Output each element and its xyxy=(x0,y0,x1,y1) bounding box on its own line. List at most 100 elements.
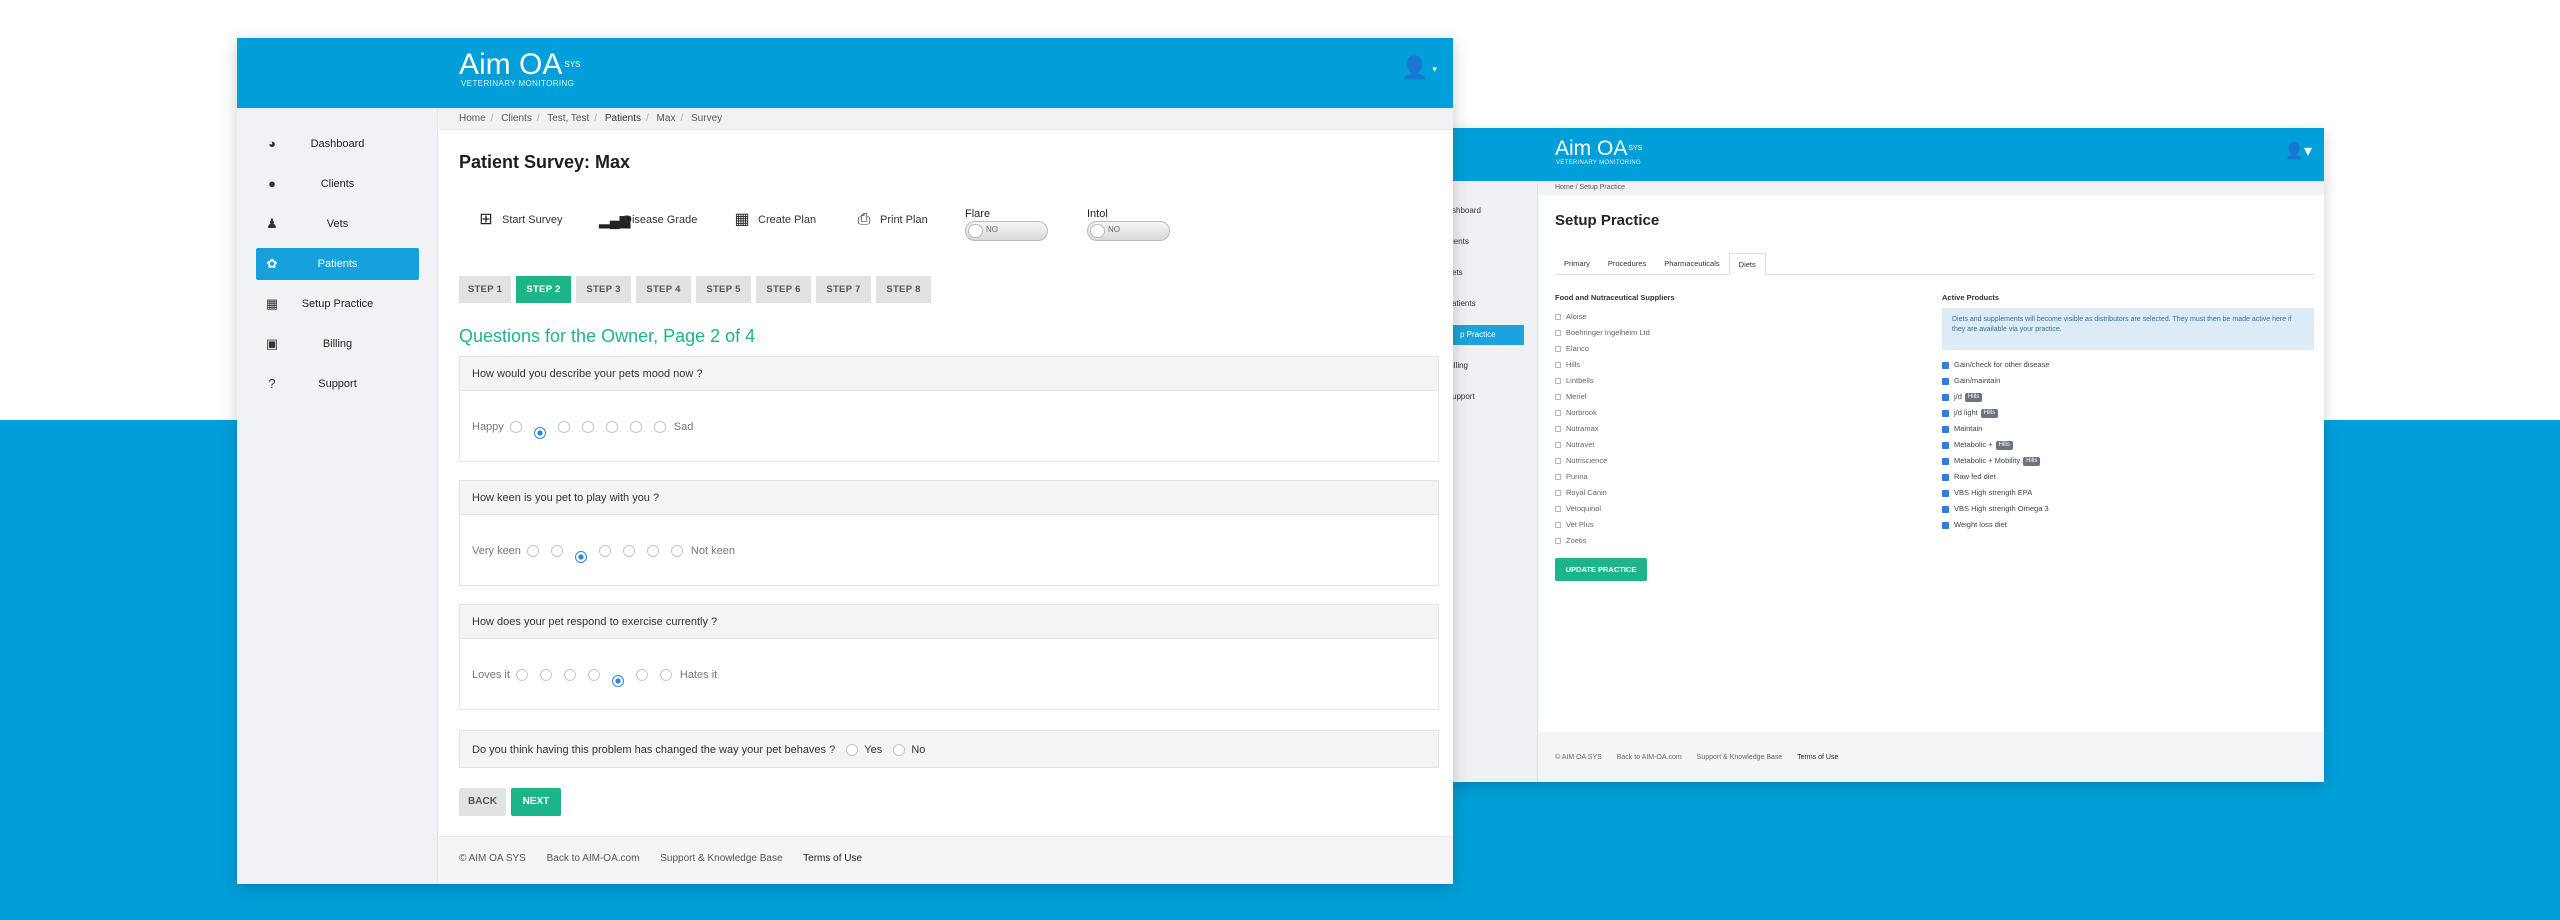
breadcrumb-patients[interactable]: Patients xyxy=(605,113,641,124)
supplier-checkbox[interactable] xyxy=(1555,522,1561,529)
rating-radio-5[interactable] xyxy=(611,675,624,687)
supplier-checkbox[interactable] xyxy=(1555,506,1561,513)
footer-link-terms[interactable]: Terms of Use xyxy=(803,853,862,864)
supplier-checkbox[interactable] xyxy=(1555,314,1561,321)
supplier-item[interactable]: Aloise xyxy=(1555,309,1650,325)
product-checkbox[interactable] xyxy=(1942,441,1949,449)
supplier-item[interactable]: Royal Canin xyxy=(1555,485,1650,501)
rating-radio-2[interactable] xyxy=(533,427,546,439)
rating-radio-3[interactable] xyxy=(557,421,570,433)
user-menu-icon[interactable]: 👤▾ xyxy=(1401,55,1437,81)
breadcrumb[interactable]: Home / Setup Practice xyxy=(1539,181,2324,195)
sidebar-item-vets[interactable]: ♟ Vets xyxy=(256,208,419,240)
footer-link-support[interactable]: Support & Knowledge Base xyxy=(660,853,782,864)
disease-grade-button[interactable]: ▂▄▆Disease Grade xyxy=(599,209,697,231)
step-6-tab[interactable]: STEP 6 xyxy=(756,276,811,303)
rating-radio-3[interactable] xyxy=(563,669,576,681)
product-item[interactable]: Gain/maintain xyxy=(1942,373,2049,389)
supplier-checkbox[interactable] xyxy=(1555,458,1561,465)
supplier-checkbox[interactable] xyxy=(1555,330,1561,337)
rating-radio-4[interactable] xyxy=(587,669,600,681)
tab-procedures[interactable]: Procedures xyxy=(1599,253,1655,275)
product-checkbox[interactable] xyxy=(1942,489,1949,497)
product-checkbox[interactable] xyxy=(1942,473,1949,481)
rating-radio-7[interactable] xyxy=(670,545,683,557)
rating-radio-7[interactable] xyxy=(659,669,672,681)
supplier-item[interactable]: Vet Plus xyxy=(1555,517,1650,533)
product-item[interactable]: Metabolic + Hills xyxy=(1942,437,2049,453)
supplier-item[interactable]: Vetoquinol xyxy=(1555,501,1650,517)
supplier-checkbox[interactable] xyxy=(1555,426,1561,433)
rating-radio-1[interactable] xyxy=(509,421,522,433)
product-checkbox[interactable] xyxy=(1942,505,1949,513)
product-checkbox[interactable] xyxy=(1942,393,1949,401)
supplier-checkbox[interactable] xyxy=(1555,410,1561,417)
breadcrumb-home[interactable]: Home xyxy=(459,113,486,124)
rating-radio-5[interactable] xyxy=(605,421,618,433)
breadcrumb-patient[interactable]: Max xyxy=(657,113,676,124)
supplier-checkbox[interactable] xyxy=(1555,394,1561,401)
sidebar-item-patients[interactable]: ✿ Patients xyxy=(256,248,419,280)
product-item[interactable]: Gain/check for other disease xyxy=(1942,357,2049,373)
product-item[interactable]: Raw fed diet xyxy=(1942,469,2049,485)
supplier-item[interactable]: Purina xyxy=(1555,469,1650,485)
step-7-tab[interactable]: STEP 7 xyxy=(816,276,871,303)
product-checkbox[interactable] xyxy=(1942,521,1949,529)
supplier-checkbox[interactable] xyxy=(1555,346,1561,353)
product-item[interactable]: Weight loss diet xyxy=(1942,517,2049,533)
supplier-item[interactable]: Elanco xyxy=(1555,341,1650,357)
sidebar-item-support[interactable]: ? Support xyxy=(256,368,419,400)
update-practice-button[interactable]: UPDATE PRACTICE xyxy=(1555,558,1647,581)
yes-radio[interactable] xyxy=(846,744,859,757)
no-radio[interactable] xyxy=(893,744,906,757)
tab-diets[interactable]: Diets xyxy=(1728,253,1766,275)
back-button[interactable]: BACK xyxy=(459,788,506,816)
sidebar-item-dashboard[interactable]: ◕ Dashboard xyxy=(256,128,419,160)
user-menu-icon[interactable]: 👤▾ xyxy=(2284,141,2312,161)
intol-toggle[interactable]: NO xyxy=(1087,221,1170,241)
step-5-tab[interactable]: STEP 5 xyxy=(696,276,751,303)
product-item[interactable]: j/d Hills xyxy=(1942,389,2049,405)
breadcrumb-clients[interactable]: Clients xyxy=(501,113,532,124)
supplier-item[interactable]: Boehringer Ingelheim Ltd xyxy=(1555,325,1650,341)
next-button[interactable]: NEXT xyxy=(511,788,561,816)
supplier-item[interactable]: Zoetis xyxy=(1555,533,1650,549)
product-item[interactable]: Metabolic + Mobility Hills xyxy=(1942,453,2049,469)
step-2-tab[interactable]: STEP 2 xyxy=(516,276,571,303)
product-item[interactable]: j/d light Hills xyxy=(1942,405,2049,421)
rating-radio-6[interactable] xyxy=(629,421,642,433)
supplier-checkbox[interactable] xyxy=(1555,378,1561,385)
footer-link-home[interactable]: Back to AIM-OA.com xyxy=(547,853,640,864)
supplier-item[interactable]: Nutriscience xyxy=(1555,453,1650,469)
footer-link-terms[interactable]: Terms of Use xyxy=(1797,754,1838,761)
rating-radio-6[interactable] xyxy=(635,669,648,681)
product-item[interactable]: Maintain xyxy=(1942,421,2049,437)
supplier-checkbox[interactable] xyxy=(1555,442,1561,449)
footer-link-support[interactable]: Support & Knowledge Base xyxy=(1697,754,1783,761)
tab-primary[interactable]: Primary xyxy=(1555,253,1599,275)
rating-radio-3[interactable] xyxy=(574,551,587,563)
rating-radio-5[interactable] xyxy=(622,545,635,557)
rating-radio-7[interactable] xyxy=(653,421,666,433)
supplier-item[interactable]: Lintbells xyxy=(1555,373,1650,389)
step-4-tab[interactable]: STEP 4 xyxy=(636,276,691,303)
supplier-checkbox[interactable] xyxy=(1555,362,1561,369)
breadcrumb-client[interactable]: Test, Test xyxy=(547,113,589,124)
rating-radio-2[interactable] xyxy=(539,669,552,681)
supplier-item[interactable]: Nutramax xyxy=(1555,421,1650,437)
product-checkbox[interactable] xyxy=(1942,361,1949,369)
flare-toggle[interactable]: NO xyxy=(965,221,1048,241)
rating-radio-4[interactable] xyxy=(581,421,594,433)
print-plan-button[interactable]: ⎙ Print Plan xyxy=(855,209,928,231)
product-item[interactable]: VBS High strength Omega 3 xyxy=(1942,501,2049,517)
sidebar-item-billing[interactable]: ▣ Billing xyxy=(256,328,419,360)
app-logo[interactable]: Aim OASYS xyxy=(1555,138,1642,159)
supplier-checkbox[interactable] xyxy=(1555,474,1561,481)
supplier-checkbox[interactable] xyxy=(1555,490,1561,497)
product-checkbox[interactable] xyxy=(1942,457,1949,465)
app-logo[interactable]: Aim OASYS xyxy=(459,50,580,80)
product-checkbox[interactable] xyxy=(1942,425,1949,433)
rating-radio-6[interactable] xyxy=(646,545,659,557)
rating-radio-1[interactable] xyxy=(526,545,539,557)
sidebar-item-patients[interactable]: atients xyxy=(1452,294,1538,314)
